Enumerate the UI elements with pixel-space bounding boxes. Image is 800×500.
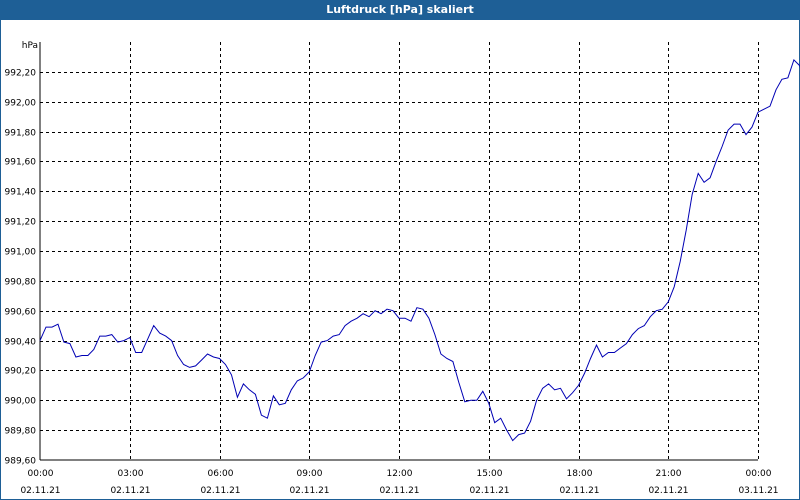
x-tick-date-label: 02.11.21 [469, 486, 509, 496]
y-tick-label: 991,80 [5, 129, 37, 139]
y-tick-label: 990,20 [5, 367, 37, 377]
y-tick-label: 991,00 [5, 248, 37, 258]
y-tick-label: 990,00 [5, 397, 37, 407]
x-tick-labels: 00:00 02.11.21 03:00 02.11.21 06:00 02.11.21 0… [20, 469, 778, 496]
line-chart: hPa 989,60 989,80 990,00 990,20 990,40 990,60… [5, 41, 800, 496]
x-tick-date-label: 02.11.21 [379, 486, 419, 496]
y-tick-label: 991,20 [5, 218, 37, 228]
y-tick-label: 989,80 [5, 427, 37, 437]
y-tick-label: 990,40 [5, 338, 37, 348]
y-tick-label: 992,00 [5, 99, 37, 109]
x-tick-time-label: 12:00 [387, 469, 413, 479]
x-tick-date-label: 02.11.21 [289, 486, 329, 496]
x-tick-date-label: 02.11.21 [200, 486, 240, 496]
x-tick-time-label: 18:00 [567, 469, 593, 479]
x-tick-time-label: 00:00 [28, 469, 54, 479]
y-axis-unit-label: hPa [22, 41, 38, 51]
x-tick-date-label: 02.11.21 [20, 486, 60, 496]
y-tick-labels: 989,60 989,80 990,00 990,20 990,40 990,60 990,… [5, 69, 37, 467]
y-tick-label: 990,80 [5, 278, 37, 288]
x-tick-time-label: 21:00 [656, 469, 682, 479]
x-tick-date-label: 03.11.21 [738, 486, 778, 496]
x-tick-time-label: 09:00 [297, 469, 323, 479]
y-tick-label: 991,60 [5, 158, 37, 168]
y-tick-label: 991,40 [5, 188, 37, 198]
y-tick-label: 989,60 [5, 457, 37, 467]
x-tick-date-label: 02.11.21 [648, 486, 688, 496]
y-tick-label: 992,20 [5, 69, 37, 79]
x-tick-time-label: 06:00 [208, 469, 234, 479]
y-tick-label: 990,60 [5, 308, 37, 318]
x-tick-date-label: 02.11.21 [559, 486, 599, 496]
x-tick-time-label: 00:00 [746, 469, 772, 479]
x-tick-date-label: 02.11.21 [110, 486, 150, 496]
x-tick-time-label: 15:00 [477, 469, 503, 479]
x-tick-time-label: 03:00 [118, 469, 144, 479]
